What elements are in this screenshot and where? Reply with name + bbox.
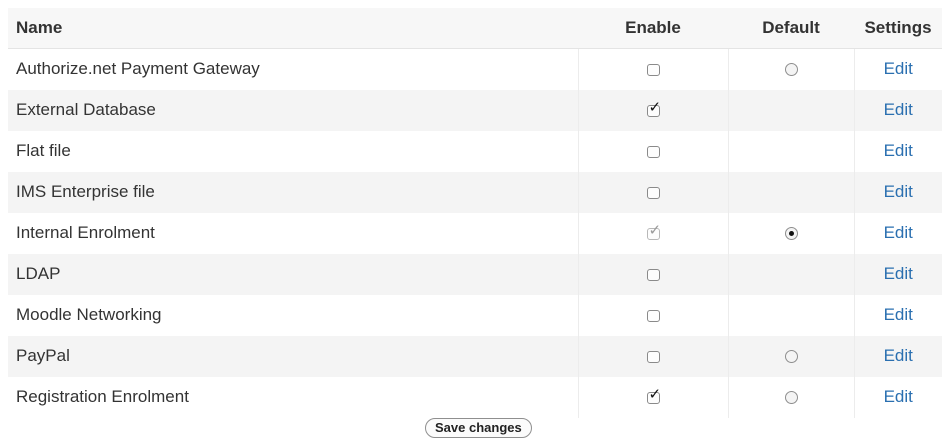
checkmark-icon: ✓ xyxy=(648,98,662,116)
table-row: PayPal Edit xyxy=(8,335,942,377)
edit-settings-link[interactable]: Edit xyxy=(884,141,913,160)
default-cell xyxy=(727,171,854,213)
plugin-name: LDAP xyxy=(16,264,61,283)
default-cell xyxy=(727,253,854,295)
settings-cell: Edit xyxy=(853,253,942,295)
plugin-name: Flat file xyxy=(16,141,71,160)
default-radio[interactable] xyxy=(784,391,798,405)
enable-checkbox[interactable] xyxy=(646,186,660,199)
plugin-name: Registration Enrolment xyxy=(16,387,189,406)
table-header: Name Enable Default Settings xyxy=(8,8,942,49)
checkmark-icon: ✓ xyxy=(648,385,662,403)
enable-checkbox[interactable]: ✓ xyxy=(646,100,661,117)
plugin-name: PayPal xyxy=(16,346,70,365)
column-header-default: Default xyxy=(728,8,854,49)
enable-cell: ✓ xyxy=(577,376,728,418)
edit-settings-link[interactable]: Edit xyxy=(884,59,913,78)
table-row: Flat file Edit xyxy=(8,130,942,172)
edit-settings-link[interactable]: Edit xyxy=(884,264,913,283)
enable-cell xyxy=(577,48,728,90)
table-row: IMS Enterprise file Edit xyxy=(8,171,942,213)
save-changes-button[interactable]: Save changes xyxy=(425,418,532,438)
default-radio[interactable] xyxy=(784,350,798,364)
checkmark-icon: ✓ xyxy=(648,221,662,239)
enable-checkbox: ✓ xyxy=(646,223,661,240)
settings-cell: Edit xyxy=(853,335,942,377)
enable-checkbox[interactable]: ✓ xyxy=(646,387,661,404)
edit-settings-link[interactable]: Edit xyxy=(884,346,913,365)
enable-cell: ✓ xyxy=(577,89,728,131)
edit-settings-link[interactable]: Edit xyxy=(884,182,913,201)
column-header-settings: Settings xyxy=(854,8,942,49)
enable-cell xyxy=(577,171,728,213)
enable-cell xyxy=(577,294,728,336)
enable-checkbox[interactable] xyxy=(646,268,660,281)
radio-selected-dot xyxy=(788,231,794,237)
enable-cell xyxy=(577,130,728,172)
edit-settings-link[interactable]: Edit xyxy=(884,100,913,119)
column-header-name: Name xyxy=(8,8,578,49)
table-row: External Database ✓ Edit xyxy=(8,89,942,131)
table-body: Authorize.net Payment Gateway Edit Externa… xyxy=(8,48,942,418)
edit-settings-link[interactable]: Edit xyxy=(884,305,913,324)
settings-cell: Edit xyxy=(853,130,942,172)
plugin-name: Internal Enrolment xyxy=(16,223,155,242)
table-row: Moodle Networking Edit xyxy=(8,294,942,336)
table-row: Registration Enrolment ✓ Edit xyxy=(8,376,942,418)
default-cell xyxy=(727,89,854,131)
settings-cell: Edit xyxy=(853,171,942,213)
settings-cell: Edit xyxy=(853,48,942,90)
default-radio[interactable] xyxy=(784,63,798,77)
plugin-name: External Database xyxy=(16,100,156,119)
enable-checkbox[interactable] xyxy=(646,350,660,363)
default-cell xyxy=(727,335,854,377)
default-cell xyxy=(727,376,854,418)
settings-cell: Edit xyxy=(853,212,942,254)
enrolment-plugins-table: Name Enable Default Settings Authorize.n… xyxy=(8,8,942,418)
enable-checkbox[interactable] xyxy=(646,145,660,158)
column-header-enable: Enable xyxy=(578,8,728,49)
enable-cell xyxy=(577,253,728,295)
plugin-name: Moodle Networking xyxy=(16,305,162,324)
enable-cell: ✓ xyxy=(577,212,728,254)
enable-checkbox[interactable] xyxy=(646,309,660,322)
default-cell xyxy=(727,130,854,172)
default-cell xyxy=(727,48,854,90)
enrolment-plugins-page: Name Enable Default Settings Authorize.n… xyxy=(0,0,950,440)
settings-cell: Edit xyxy=(853,376,942,418)
default-cell xyxy=(727,212,854,254)
table-row: Internal Enrolment ✓ Edit xyxy=(8,212,942,254)
table-row: LDAP Edit xyxy=(8,253,942,295)
plugin-name: Authorize.net Payment Gateway xyxy=(16,59,260,79)
settings-cell: Edit xyxy=(853,89,942,131)
edit-settings-link[interactable]: Edit xyxy=(884,387,913,406)
edit-settings-link[interactable]: Edit xyxy=(884,223,913,242)
settings-cell: Edit xyxy=(853,294,942,336)
enable-cell xyxy=(577,335,728,377)
table-row: Authorize.net Payment Gateway Edit xyxy=(8,48,942,90)
default-cell xyxy=(727,294,854,336)
default-radio[interactable] xyxy=(784,227,798,241)
header-row: Name Enable Default Settings xyxy=(8,8,942,49)
plugin-name: IMS Enterprise file xyxy=(16,182,155,201)
enable-checkbox[interactable] xyxy=(646,63,660,76)
